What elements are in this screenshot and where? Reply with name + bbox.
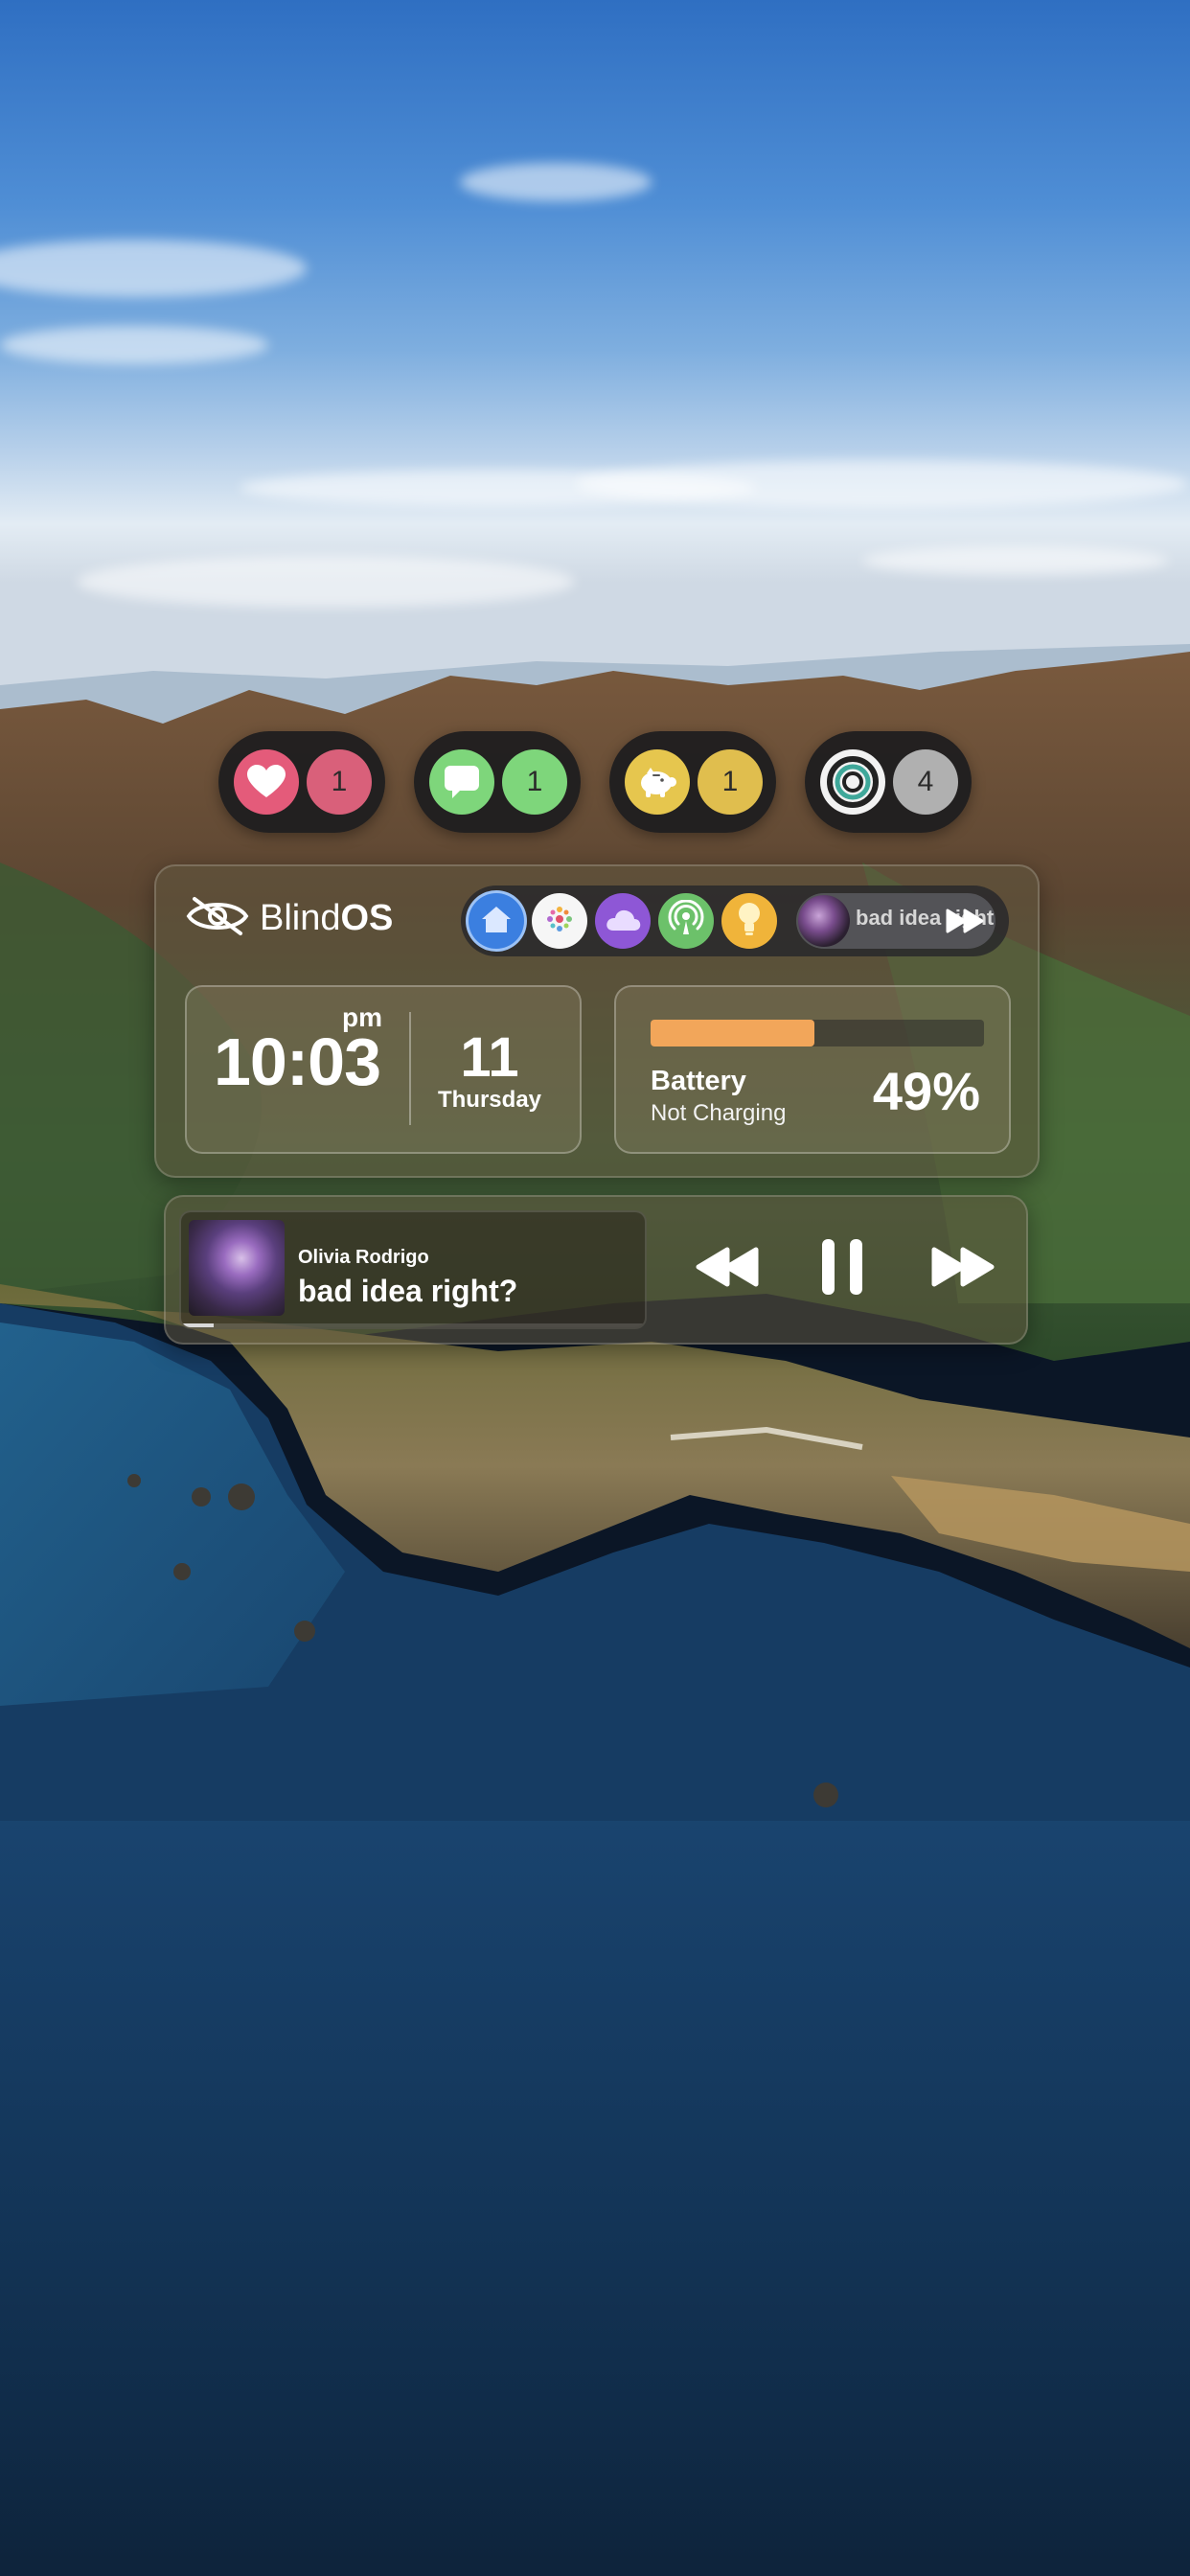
photos-icon: [540, 900, 579, 943]
brand-name-regular: Blind: [260, 898, 341, 938]
weather-app-button[interactable]: [595, 893, 651, 949]
photos-app-button[interactable]: [532, 893, 587, 949]
brand-name-bold: OS: [340, 898, 394, 938]
clock-day: 11: [460, 1026, 519, 1089]
activity-badge[interactable]: 4: [805, 731, 972, 833]
battery-status: Not Charging: [651, 1100, 787, 1126]
battery-label: Battery: [651, 1066, 746, 1096]
heart-icon: [234, 749, 299, 815]
brand-logo: BlindOS: [185, 895, 393, 942]
music-player: Olivia Rodrigo bad idea right?: [164, 1195, 1028, 1345]
battery-bar-fill: [651, 1020, 814, 1046]
app-dock: bad idea right?: [461, 886, 1009, 956]
home-icon: [480, 904, 513, 939]
activity-count: 4: [893, 749, 958, 815]
sea-shadow: [0, 1821, 1190, 2576]
rewind-button[interactable]: [685, 1235, 771, 1302]
album-cover: [189, 1220, 285, 1316]
track-progress-fill: [181, 1323, 214, 1327]
messages-count: 1: [502, 749, 567, 815]
pause-icon: [820, 1237, 864, 1301]
savings-badge[interactable]: 1: [609, 731, 776, 833]
clock-time: 10:03: [214, 1024, 381, 1099]
tips-icon: [735, 900, 764, 943]
track-progress[interactable]: [181, 1323, 645, 1327]
piggy-bank-icon: [625, 749, 690, 815]
activity-rings-icon: [820, 749, 885, 815]
battery-bar: [651, 1020, 984, 1046]
fast-forward-icon: [928, 1246, 995, 1293]
likes-badge[interactable]: 1: [218, 731, 385, 833]
podcasts-app-button[interactable]: [658, 893, 714, 949]
home-app-button[interactable]: [469, 893, 524, 949]
weather-icon: [604, 906, 642, 937]
battery-percent: 49%: [872, 1061, 980, 1121]
tips-app-button[interactable]: [721, 893, 777, 949]
fast-forward-icon: [946, 908, 986, 938]
messages-badge[interactable]: 1: [414, 731, 581, 833]
fast-forward-button[interactable]: [919, 1235, 1005, 1302]
message-icon: [429, 749, 494, 815]
blindos-panel: BlindOS bad idea right? pm 10:03 11 Thur…: [154, 864, 1040, 1178]
podcasts-icon: [667, 898, 705, 943]
track-artist: Olivia Rodrigo: [298, 1247, 429, 1268]
eye-slash-icon: [185, 895, 250, 942]
clock-weekday: Thursday: [437, 1087, 542, 1113]
savings-count: 1: [698, 749, 763, 815]
rewind-icon: [695, 1246, 762, 1293]
brand-name: BlindOS: [260, 898, 393, 939]
now-playing-chip[interactable]: bad idea right?: [796, 893, 995, 949]
now-playing-artwork: [798, 895, 850, 947]
clock-divider: [409, 1012, 411, 1125]
battery-card: Battery Not Charging 49%: [614, 985, 1011, 1154]
track-title: bad idea right?: [298, 1274, 518, 1308]
track-info[interactable]: Olivia Rodrigo bad idea right?: [179, 1210, 647, 1329]
likes-count: 1: [307, 749, 372, 815]
clock-card: pm 10:03 11 Thursday: [185, 985, 582, 1154]
pause-button[interactable]: [804, 1235, 881, 1302]
